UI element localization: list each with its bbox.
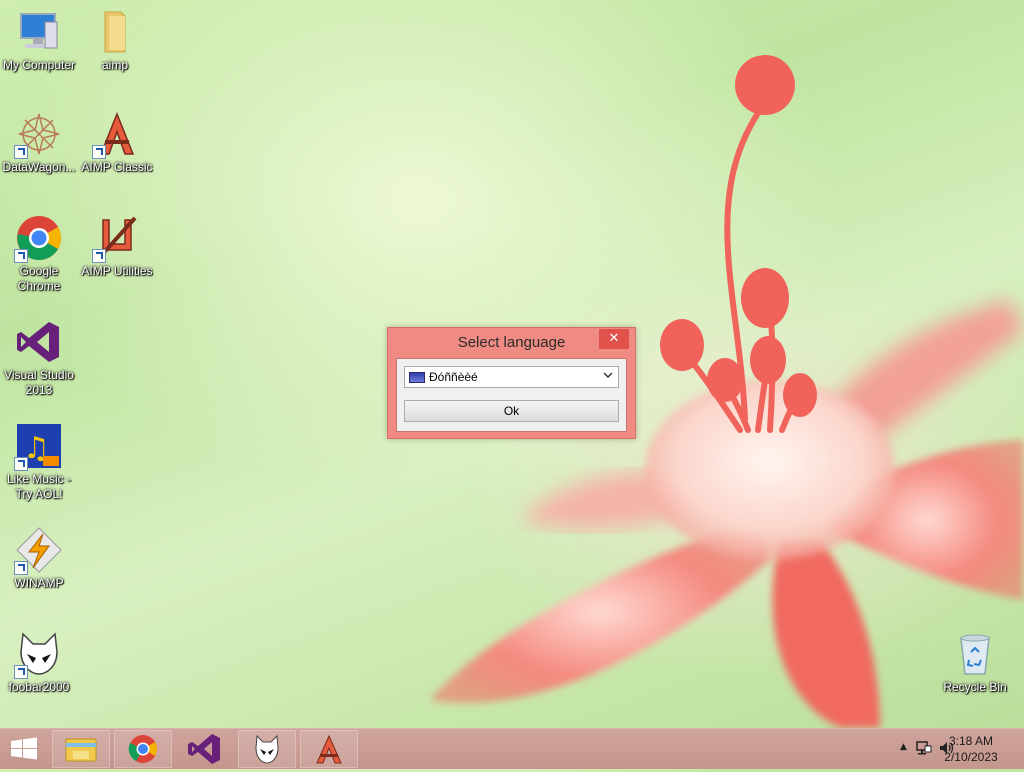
desktop-icon-aimp-utilities[interactable]: AIMP Utilities: [78, 214, 156, 279]
desktop-icon-like-music[interactable]: ♫ Like Music - Try AOL!: [0, 422, 78, 502]
show-hidden-icons-chevron[interactable]: ▲: [900, 742, 907, 752]
dialog-client-area: Đóññèèé Ok: [396, 358, 627, 432]
desktop-icon-winamp[interactable]: WINAMP: [0, 526, 78, 591]
shortcut-arrow-icon: [14, 665, 28, 679]
visual-studio-icon: [15, 318, 63, 366]
desktop-icon-datawagon[interactable]: DataWagon...: [0, 110, 78, 175]
desktop-icon-aimp-folder[interactable]: aimp: [76, 8, 154, 73]
desktop-icon-recycle-bin[interactable]: Recycle Bin: [936, 630, 1014, 695]
shortcut-arrow-icon: [14, 457, 28, 471]
computer-icon: [15, 8, 63, 56]
dialog-title: Select language: [457, 334, 566, 351]
chrome-icon: [128, 735, 157, 763]
desktop-icon-label: Google Chrome: [17, 264, 61, 293]
music-notes-icon: ♫: [14, 422, 63, 471]
desktop-icon-label: WINAMP: [14, 576, 64, 590]
windows-logo-icon: [11, 737, 37, 760]
start-button[interactable]: [0, 730, 48, 768]
desktop-icon-aimp-classic[interactable]: AIMP Classic: [78, 110, 156, 175]
recycle-bin-icon: [951, 630, 999, 678]
shortcut-arrow-icon: [14, 249, 28, 263]
system-tray: ▲ 3:18 AM 2/10/2023: [874, 729, 1024, 769]
aimp-classic-icon: [92, 110, 141, 159]
desktop-icon-label: My Computer: [2, 58, 76, 72]
folder-icon: [65, 738, 97, 762]
desktop-icon-foobar2000[interactable]: foobar2000: [0, 630, 78, 695]
close-icon: ✕: [608, 331, 620, 346]
desktop-icon-label: foobar2000: [8, 680, 70, 694]
desktop-icon-label: Visual Studio 2013: [4, 368, 74, 397]
datawagon-icon: [14, 110, 63, 159]
aimp-utilities-icon: [92, 214, 141, 263]
ok-button[interactable]: Ok: [404, 400, 619, 422]
aimp-icon: [316, 734, 342, 764]
desktop-icon-label: Like Music - Try AOL!: [6, 472, 71, 501]
desktop-icon-label: aimp: [101, 58, 128, 72]
flag-icon: [409, 372, 425, 383]
taskbar-visual-studio[interactable]: [176, 730, 234, 768]
shortcut-arrow-icon: [14, 561, 28, 575]
shortcut-arrow-icon: [14, 145, 28, 159]
desktop-icon-visual-studio[interactable]: Visual Studio 2013: [0, 318, 78, 398]
winamp-lightning-icon: [14, 526, 63, 575]
taskbar-foobar2000[interactable]: [238, 730, 296, 768]
network-icon[interactable]: [916, 740, 932, 760]
taskbar-google-chrome[interactable]: [114, 730, 172, 768]
taskbar: ▲ 3:18 AM 2/10/2023: [0, 728, 1024, 769]
taskbar-file-explorer[interactable]: [52, 730, 110, 768]
shortcut-arrow-icon: [92, 249, 106, 263]
chrome-icon: [14, 214, 63, 263]
foobar-alien-icon: [14, 630, 63, 679]
language-select[interactable]: Đóññèèé: [404, 366, 619, 388]
clock-time[interactable]: 3:18 AM: [936, 734, 1006, 748]
shortcut-arrow-icon: [92, 145, 106, 159]
visual-studio-icon: [188, 734, 220, 764]
select-language-dialog: Select language ✕ Đóññèèé Ok: [387, 327, 636, 439]
chevron-down-icon[interactable]: [600, 369, 616, 385]
folder-icon: [91, 8, 139, 56]
desktop-icon-my-computer[interactable]: My Computer: [0, 8, 78, 73]
desktop-icon-label: Recycle Bin: [943, 680, 1007, 694]
foobar-alien-icon: [255, 734, 279, 764]
desktop-icon-label: DataWagon...: [2, 160, 76, 174]
close-button[interactable]: ✕: [599, 329, 629, 349]
taskbar-aimp[interactable]: [300, 730, 358, 768]
desktop-icon-label: AIMP Classic: [81, 160, 153, 174]
desktop-icon-google-chrome[interactable]: Google Chrome: [0, 214, 78, 294]
language-select-value: Đóññèèé: [429, 370, 478, 384]
desktop-icon-label: AIMP Utilities: [81, 264, 153, 278]
clock-date[interactable]: 2/10/2023: [936, 750, 1006, 764]
